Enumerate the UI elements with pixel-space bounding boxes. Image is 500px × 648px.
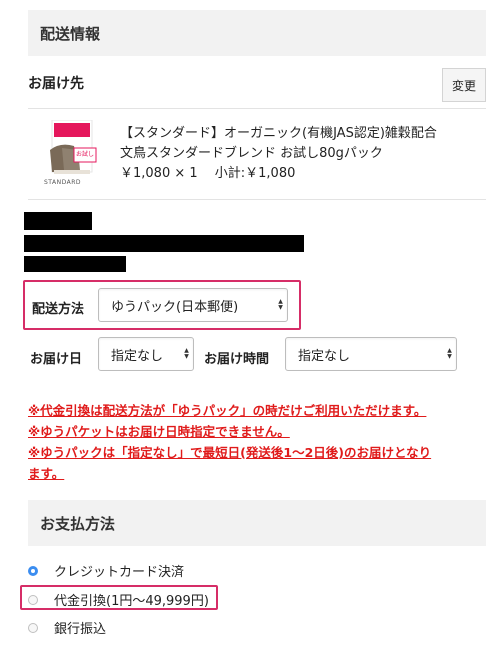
notice-line: ます。	[28, 466, 65, 481]
product-price: ￥1,080 × 1 小計:￥1,080	[120, 166, 296, 181]
delivery-date-select[interactable]: 指定なし ▲ ▼	[98, 337, 194, 371]
payment-option-cod[interactable]: 代金引換(1円〜49,999円)	[28, 590, 209, 609]
delivery-notices: ※代金引換は配送方法が「ゆうパック」の時だけご利用いただけます。 ※ゆうパケット…	[28, 400, 484, 484]
shipping-section-header: 配送情報	[28, 10, 486, 56]
delivery-date-label: お届け日	[30, 352, 83, 367]
delivery-date-value: 指定なし	[111, 348, 164, 364]
redacted-name	[24, 212, 92, 230]
shipping-section-title: 配送情報	[40, 24, 101, 43]
notice-line: ※代金引換は配送方法が「ゆうパック」の時だけご利用いただけます。	[28, 403, 427, 418]
select-arrow-icon: ▲ ▼	[447, 347, 452, 360]
delivery-method-value: ゆうパック(日本郵便)	[111, 299, 239, 315]
delivery-method-select[interactable]: ゆうパック(日本郵便) ▲ ▼	[98, 288, 288, 322]
select-arrow-icon: ▲ ▼	[278, 298, 283, 311]
radio-unchecked-icon[interactable]	[28, 622, 38, 633]
product-name-line1: 【スタンダード】オーガニック(有機JAS認定)雑穀配合	[120, 126, 437, 141]
delivery-time-label: お届け時間	[204, 352, 270, 367]
delivery-time-select[interactable]: 指定なし ▲ ▼	[285, 337, 457, 371]
payment-option-credit[interactable]: クレジットカード決済	[28, 561, 184, 580]
notice-line: ※ゆうパケットはお届け日時指定できません。	[28, 424, 290, 439]
redacted-address	[24, 235, 304, 252]
divider	[28, 199, 486, 200]
payment-section-title: お支払方法	[40, 514, 116, 533]
redacted-phone	[24, 256, 126, 272]
change-button[interactable]: 変更	[442, 68, 486, 102]
payment-option-label: 代金引換(1円〜49,999円)	[54, 594, 209, 609]
delivery-time-value: 指定なし	[298, 348, 351, 364]
product-info: 【スタンダード】オーガニック(有機JAS認定)雑穀配合 文鳥スタンダードブレンド…	[120, 124, 437, 184]
radio-checked-icon[interactable]	[28, 565, 38, 576]
product-image-tag: お試し	[76, 151, 95, 158]
product-package-icon	[50, 119, 97, 174]
product-name-line2: 文鳥スタンダードブレンド お試し80gパック	[120, 146, 383, 161]
recipient-label: お届け先	[28, 76, 84, 92]
product-image-brand: STANDARD	[44, 179, 82, 186]
radio-unchecked-icon[interactable]	[28, 594, 38, 605]
notice-line: ※ゆうパックは「指定なし」で最短日(発送後1〜2日後)のお届けとなり	[28, 445, 432, 460]
select-arrow-icon: ▲ ▼	[184, 347, 189, 360]
payment-option-label: クレジットカード決済	[54, 565, 185, 580]
divider	[28, 108, 486, 109]
payment-option-bank[interactable]: 銀行振込	[28, 618, 106, 637]
product-image: お試し STANDARD	[40, 119, 106, 188]
payment-section-header: お支払方法	[28, 500, 486, 546]
delivery-method-label: 配送方法	[32, 302, 85, 317]
payment-option-label: 銀行振込	[54, 622, 107, 637]
